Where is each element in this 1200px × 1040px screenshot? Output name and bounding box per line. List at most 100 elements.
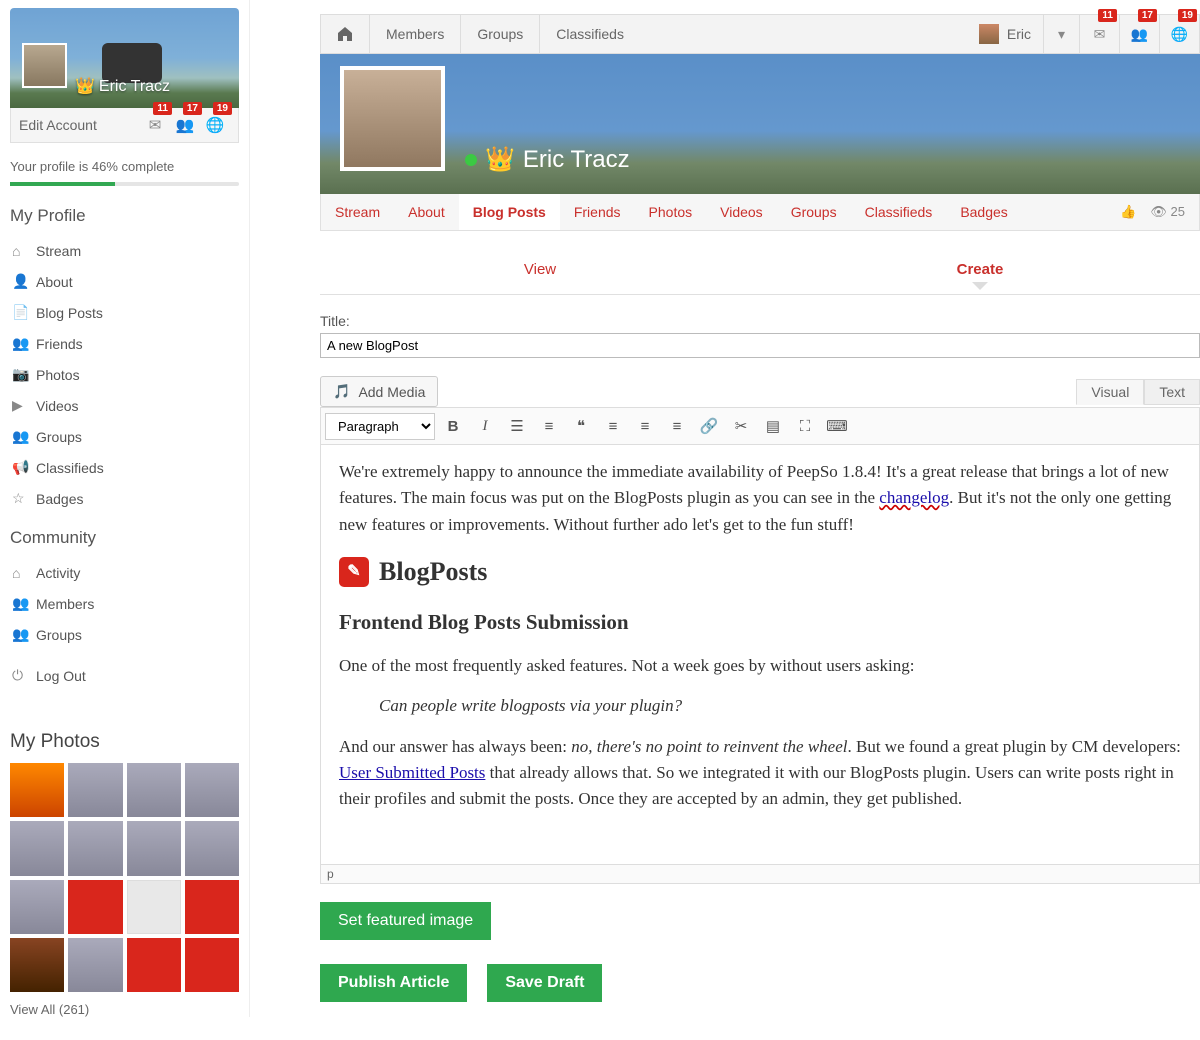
add-media-button[interactable]: 🎵 Add Media — [320, 376, 438, 407]
sidebar-item-activity[interactable]: ⌂Activity — [10, 558, 239, 588]
topbar-globe-icon[interactable]: 🌐19 — [1159, 15, 1199, 53]
photo-thumb[interactable] — [68, 938, 122, 992]
file-icon: 📄 — [12, 304, 36, 321]
link-icon[interactable]: 🔗 — [695, 412, 723, 440]
italic-icon[interactable]: I — [471, 412, 499, 440]
user-menu-caret-icon[interactable]: ▾ — [1043, 15, 1079, 53]
format-select[interactable]: Paragraph — [325, 413, 435, 440]
nav-classifieds[interactable]: Classifieds — [540, 15, 640, 53]
sidebar-cover[interactable]: 👑Eric Tracz — [10, 8, 239, 108]
photo-thumb[interactable] — [10, 821, 64, 875]
logout-link[interactable]: ⏻ Log Out — [10, 660, 239, 691]
photo-thumb[interactable] — [127, 938, 181, 992]
sidebar-item-groups[interactable]: 👥Groups — [10, 421, 239, 452]
group-icon: 👥 — [12, 626, 36, 643]
element-path[interactable]: p — [320, 865, 1200, 884]
bold-icon[interactable]: B — [439, 412, 467, 440]
friends-icon[interactable]: 👥17 — [170, 116, 200, 134]
sidebar-item-friends[interactable]: 👥Friends — [10, 328, 239, 359]
align-right-icon[interactable]: ≡ — [663, 412, 691, 440]
user-icon: 👤 — [12, 273, 36, 290]
tab-about[interactable]: About — [394, 194, 459, 230]
publish-button[interactable]: Publish Article — [320, 964, 467, 1002]
bullhorn-icon: 📢 — [12, 459, 36, 476]
mail-icon[interactable]: ✉11 — [140, 116, 170, 134]
hero-avatar[interactable] — [340, 66, 445, 171]
star-icon: ☆ — [12, 490, 36, 507]
sidebar-avatar[interactable] — [22, 43, 67, 88]
photo-thumb[interactable] — [68, 763, 122, 817]
tab-blog-posts[interactable]: Blog Posts — [459, 193, 560, 230]
text-mode-tab[interactable]: Text — [1144, 379, 1200, 405]
photo-thumb[interactable] — [68, 880, 122, 934]
editor-body[interactable]: We're extremely happy to announce the im… — [320, 445, 1200, 865]
sidebar-item-badges[interactable]: ☆Badges — [10, 483, 239, 514]
usp-link[interactable]: User Submitted Posts — [339, 763, 485, 782]
photo-thumb[interactable] — [185, 880, 239, 934]
edit-account-link[interactable]: Edit Account — [19, 117, 140, 133]
number-list-icon[interactable]: ≡ — [535, 412, 563, 440]
tab-badges[interactable]: Badges — [946, 194, 1021, 230]
profile-hero: 👑 Eric Tracz — [320, 54, 1200, 194]
photo-thumb[interactable] — [10, 763, 64, 817]
like-icon[interactable]: 👍 — [1120, 204, 1136, 220]
photo-thumb[interactable] — [127, 763, 181, 817]
visual-mode-tab[interactable]: Visual — [1076, 379, 1144, 405]
align-left-icon[interactable]: ≡ — [599, 412, 627, 440]
sidebar-item-about[interactable]: 👤About — [10, 266, 239, 297]
sidebar-item-blog-posts[interactable]: 📄Blog Posts — [10, 297, 239, 328]
photo-thumb[interactable] — [10, 880, 64, 934]
view-all-photos-link[interactable]: View All (261) — [10, 1002, 239, 1017]
photo-thumb[interactable] — [185, 938, 239, 992]
tab-stream[interactable]: Stream — [321, 194, 394, 230]
subtab-create[interactable]: Create — [760, 251, 1200, 288]
tab-videos[interactable]: Videos — [706, 194, 777, 230]
my-profile-heading: My Profile — [10, 206, 239, 226]
photo-thumb[interactable] — [10, 938, 64, 992]
media-icon: 🎵 — [333, 383, 350, 400]
nav-community-list: ⌂Activity👥Members👥Groups — [10, 558, 239, 650]
globe-icon[interactable]: 🌐19 — [200, 116, 230, 134]
topbar-friends-icon[interactable]: 👥17 — [1119, 15, 1159, 53]
sidebar-item-groups[interactable]: 👥Groups — [10, 619, 239, 650]
topbar-mail-icon[interactable]: ✉11 — [1079, 15, 1119, 53]
sidebar-item-stream[interactable]: ⌂Stream — [10, 236, 239, 266]
set-featured-image-button[interactable]: Set featured image — [320, 902, 491, 940]
fullscreen-icon[interactable]: ⛶ — [791, 412, 819, 440]
sidebar-item-classifieds[interactable]: 📢Classifieds — [10, 452, 239, 483]
nav-members[interactable]: Members — [370, 15, 461, 53]
quote-icon[interactable]: ❝ — [567, 412, 595, 440]
more-icon[interactable]: ▤ — [759, 412, 787, 440]
nav-profile-list: ⌂Stream👤About📄Blog Posts👥Friends📷Photos▶… — [10, 236, 239, 514]
community-heading: Community — [10, 528, 239, 548]
changelog-link[interactable]: changelog — [879, 488, 949, 507]
photo-thumb[interactable] — [127, 880, 181, 934]
save-draft-button[interactable]: Save Draft — [487, 964, 602, 1002]
my-photos-heading: My Photos — [10, 731, 239, 753]
tab-classifieds[interactable]: Classifieds — [851, 194, 947, 230]
photo-thumb[interactable] — [127, 821, 181, 875]
sidebar-item-videos[interactable]: ▶Videos — [10, 390, 239, 421]
sidebar-item-members[interactable]: 👥Members — [10, 588, 239, 619]
unlink-icon[interactable]: ✂ — [727, 412, 755, 440]
topbar-user[interactable]: Eric — [967, 24, 1043, 44]
home-icon: ⌂ — [12, 243, 36, 259]
hero-username: Eric Tracz — [523, 146, 630, 174]
keyboard-icon[interactable]: ⌨ — [823, 412, 851, 440]
nav-groups[interactable]: Groups — [461, 15, 540, 53]
tab-groups[interactable]: Groups — [777, 194, 851, 230]
photo-thumb[interactable] — [68, 821, 122, 875]
tab-friends[interactable]: Friends — [560, 194, 635, 230]
sidebar-item-photos[interactable]: 📷Photos — [10, 359, 239, 390]
tab-photos[interactable]: Photos — [635, 194, 707, 230]
people-icon: 👥 — [12, 595, 36, 612]
photo-thumb[interactable] — [185, 763, 239, 817]
views-count: 👁 25 — [1150, 204, 1185, 220]
bullet-list-icon[interactable]: ☰ — [503, 412, 531, 440]
title-input[interactable] — [320, 333, 1200, 358]
subtab-view[interactable]: View — [320, 251, 760, 288]
crown-icon: 👑 — [485, 145, 515, 174]
photo-thumb[interactable] — [185, 821, 239, 875]
home-icon[interactable] — [321, 15, 370, 53]
align-center-icon[interactable]: ≡ — [631, 412, 659, 440]
